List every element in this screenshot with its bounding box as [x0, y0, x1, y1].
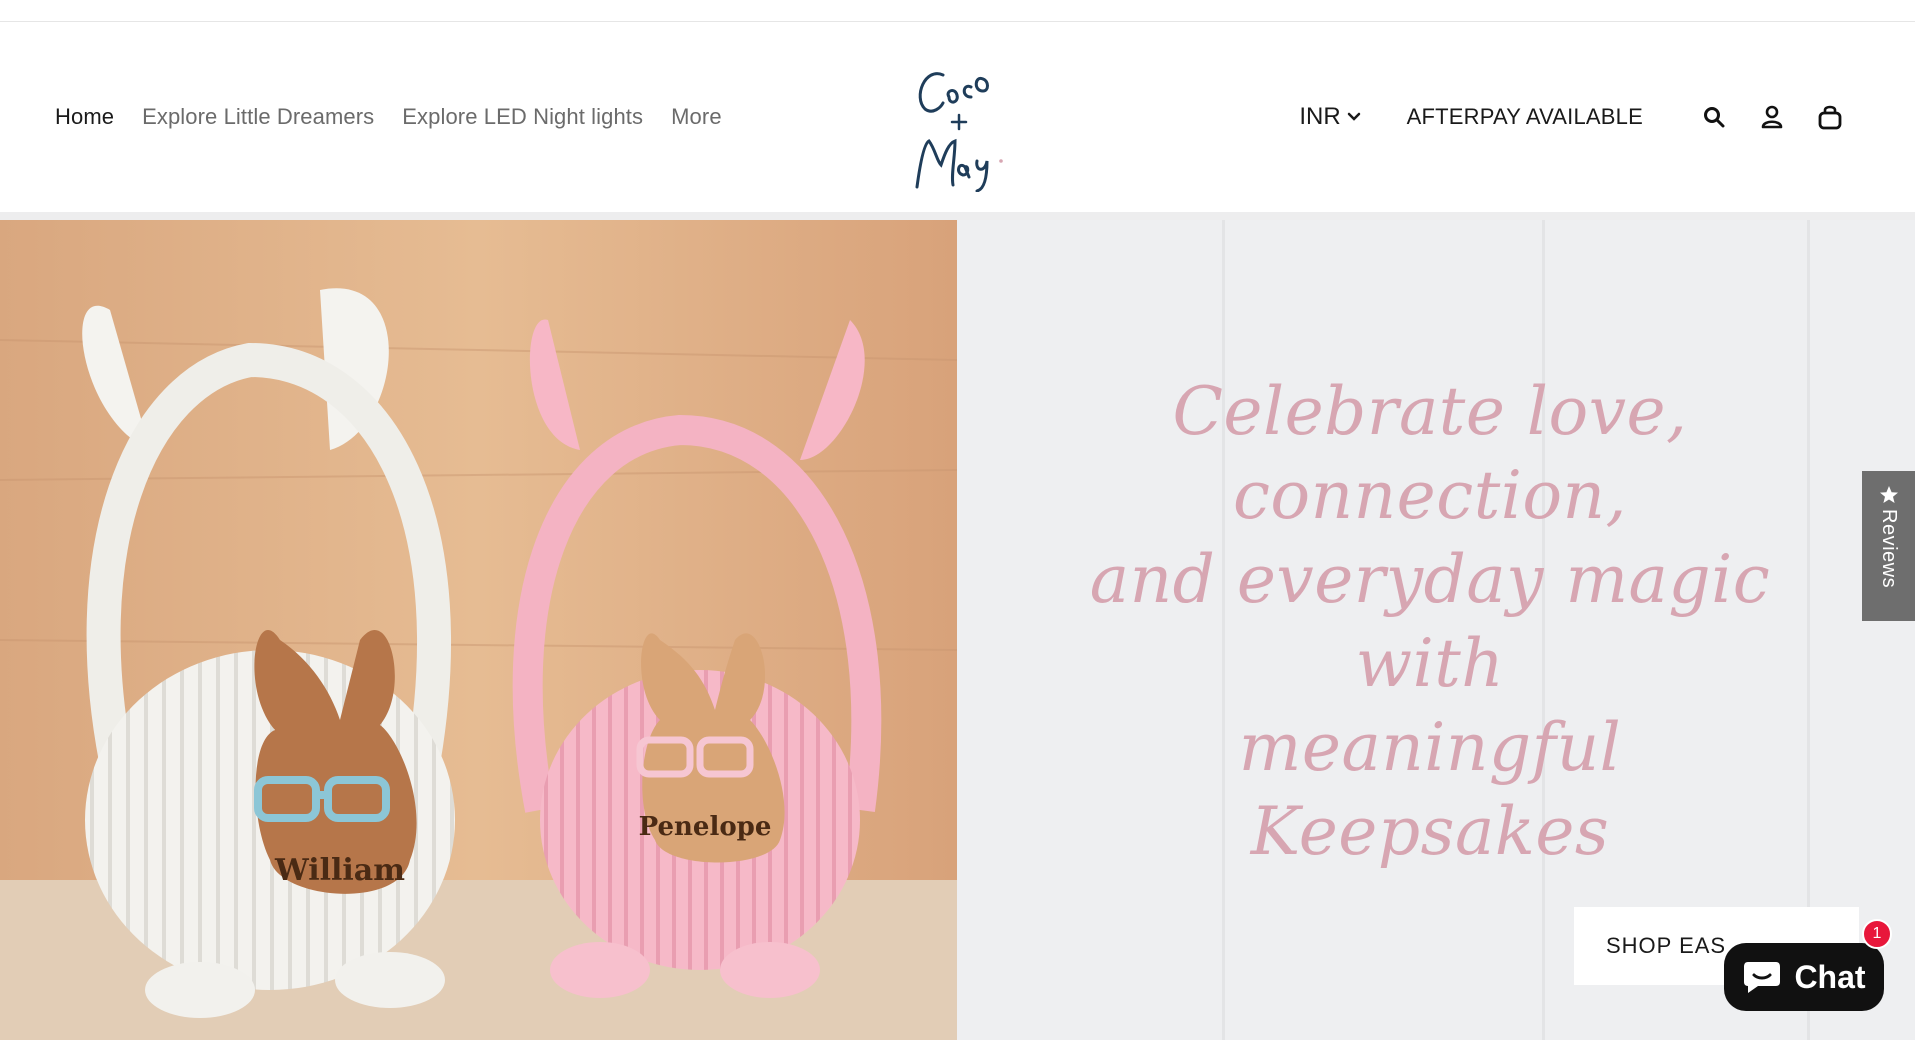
nav-home[interactable]: Home: [55, 104, 114, 130]
chat-button[interactable]: Chat: [1724, 943, 1884, 1011]
nav-explore-little-dreamers[interactable]: Explore Little Dreamers: [142, 104, 374, 130]
search-icon: [1704, 107, 1725, 128]
account-icon: [1761, 105, 1783, 129]
currency-selector[interactable]: INR: [1299, 103, 1360, 131]
chat-bubble-icon: [1744, 962, 1781, 993]
coco-may-logo: [915, 72, 1003, 193]
reviews-label: Reviews: [1878, 509, 1900, 589]
cart-button[interactable]: [1815, 102, 1845, 132]
tagline-line-2: and everyday magic with: [1089, 541, 1771, 702]
nav-more[interactable]: More: [671, 104, 722, 130]
tagline-line-1: Celebrate love, connection,: [1172, 373, 1688, 534]
chevron-down-icon: [1347, 112, 1360, 121]
site-header: Home Explore Little Dreamers Explore LED…: [0, 22, 1915, 212]
nav-explore-led-night-lights[interactable]: Explore LED Night lights: [402, 104, 643, 130]
star-icon: [1879, 486, 1898, 503]
hero-top-border: [0, 212, 1915, 220]
currency-label: INR: [1299, 103, 1341, 130]
reviews-tab[interactable]: Reviews: [1862, 471, 1915, 621]
cart-icon: [1818, 105, 1842, 130]
main-nav: Home Explore Little Dreamers Explore LED…: [55, 22, 722, 212]
account-button[interactable]: [1757, 102, 1787, 132]
tag-name-william: William: [274, 853, 405, 888]
tag-name-penelope: Penelope: [639, 812, 772, 842]
page: Home Explore Little Dreamers Explore LED…: [0, 0, 1920, 1040]
chat-notification-badge: 1: [1862, 919, 1892, 949]
hero-tagline: Celebrate love, connection, and everyday…: [1060, 370, 1800, 874]
site-logo[interactable]: [905, 57, 1015, 193]
header-tools: INR AFTERPAY AVAILABLE: [1299, 22, 1845, 212]
top-strip: [0, 0, 1915, 22]
chat-label: Chat: [1794, 958, 1866, 995]
afterpay-banner: AFTERPAY AVAILABLE: [1406, 104, 1643, 129]
easter-baskets-image: William Penelope: [0, 220, 957, 1040]
search-button[interactable]: [1699, 102, 1729, 132]
hero-image: William Penelope: [0, 220, 957, 1040]
tagline-line-3: meaningful Keepsakes: [1238, 709, 1622, 870]
